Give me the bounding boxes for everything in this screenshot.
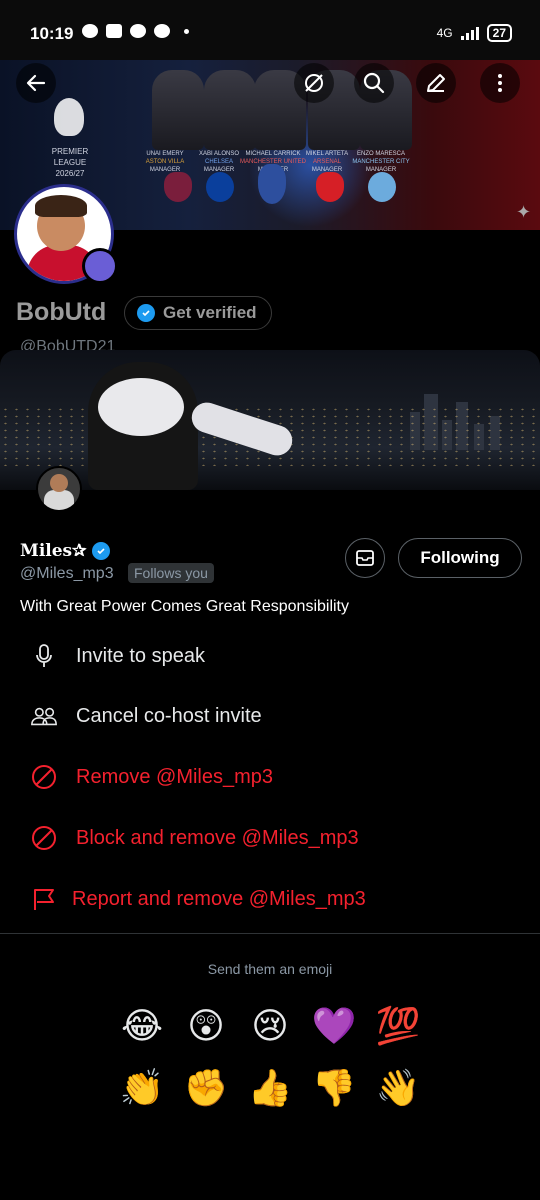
block-and-remove-button[interactable]: Block and remove @Miles_mp3 [30,818,359,858]
cancel-cohost-invite-button[interactable]: Cancel co-host invite [30,696,262,736]
profile-name: BobUtd [16,298,107,326]
chat-bubble-icon [82,24,98,38]
emoji-button[interactable]: 👏 [118,1066,166,1110]
arsenal-crest-icon [316,172,344,202]
following-button[interactable]: Following [398,538,522,578]
emoji-button[interactable]: 👍 [246,1066,294,1110]
user-avatar[interactable] [36,466,82,512]
emoji-button[interactable]: 😲 [182,1004,230,1048]
trophy-icon [258,164,286,204]
user-handle: @Miles_mp3 [20,565,114,582]
premier-league-logo [54,98,84,136]
league-season: 2026/27 [55,169,85,178]
remove-user-button[interactable]: Remove @Miles_mp3 [30,757,273,797]
user-display-name-text: Miles✰ [20,541,87,561]
aston-villa-crest-icon [164,172,192,202]
emoji-row: 😂 😲 😢 💜 💯 [118,1004,422,1048]
emoji-row: 👏 ✊ 👍 👎 👋 [118,1066,422,1110]
more-dot-icon [184,28,189,34]
invite-to-speak-label: Invite to speak [76,644,205,667]
bell-icon [154,24,170,38]
league-caption: PREMIER LEAGUE 2026/27 [40,146,100,179]
verified-badge-icon [92,542,111,560]
cancel-cohost-invite-label: Cancel co-host invite [76,704,262,727]
manager-photo [204,70,256,150]
emoji-button[interactable]: 👋 [374,1066,422,1110]
user-display-name: Miles✰ [20,541,111,561]
notification-icons [82,24,189,38]
emoji-button[interactable]: ✊ [182,1066,230,1110]
block-icon [30,824,58,852]
status-right: 4G 27 [437,24,512,42]
grok-button[interactable] [294,63,334,103]
pencil-icon [427,74,445,92]
emoji-button[interactable]: 💯 [374,1004,422,1048]
emoji-button[interactable]: 😢 [246,1004,294,1048]
flag-icon [30,885,58,913]
user-bio: With Great Power Comes Great Responsibil… [20,598,349,615]
sparkle-icon: ✦ [516,202,532,222]
grok-icon [305,74,323,92]
spaces-badge-icon [82,248,118,284]
emoji-section-title: Send them an emoji [207,961,333,977]
message-button[interactable] [345,538,385,578]
signal-icon [460,26,479,40]
emoji-button[interactable]: 😂 [118,1004,166,1048]
battery-icon: 27 [486,24,512,42]
mail-icon [356,550,374,566]
more-vertical-icon [498,74,502,92]
whatsapp-icon [130,24,146,38]
invite-to-speak-button[interactable]: Invite to speak [30,636,205,676]
verified-check-icon [137,304,155,322]
search-icon [363,72,385,94]
get-verified-label: Get verified [163,303,257,322]
user-banner [0,350,540,490]
network-type: 4G [436,26,453,40]
manager-caption: ENZO MARESCA MANCHESTER CITY MANAGER [352,151,410,173]
block-icon [30,763,58,791]
search-button[interactable] [354,63,394,103]
emoji-button[interactable]: 💜 [310,1004,358,1048]
back-button[interactable] [16,63,56,103]
league-name: PREMIER LEAGUE [51,147,89,167]
manager-photo [152,70,204,150]
status-time: 10:19 [30,24,74,43]
emoji-button[interactable]: 👎 [310,1066,358,1110]
more-options-button[interactable] [480,63,520,103]
report-and-remove-button[interactable]: Report and remove @Miles_mp3 [30,879,366,919]
youtube-icon [106,24,122,38]
follows-you-badge: Follows you [128,563,214,583]
people-icon [30,702,58,730]
get-verified-button[interactable]: Get verified [124,296,272,330]
edit-button[interactable] [416,63,456,103]
divider [0,933,540,934]
remove-user-label: Remove @Miles_mp3 [76,765,274,788]
man-city-crest-icon [368,172,396,202]
status-bar: 10:19 4G 27 [0,0,540,60]
block-and-remove-label: Block and remove @Miles_mp3 [76,826,359,849]
microphone-icon [30,642,58,670]
chelsea-crest-icon [206,172,234,202]
back-arrow-icon [26,74,46,92]
report-and-remove-label: Report and remove @Miles_mp3 [72,887,366,910]
